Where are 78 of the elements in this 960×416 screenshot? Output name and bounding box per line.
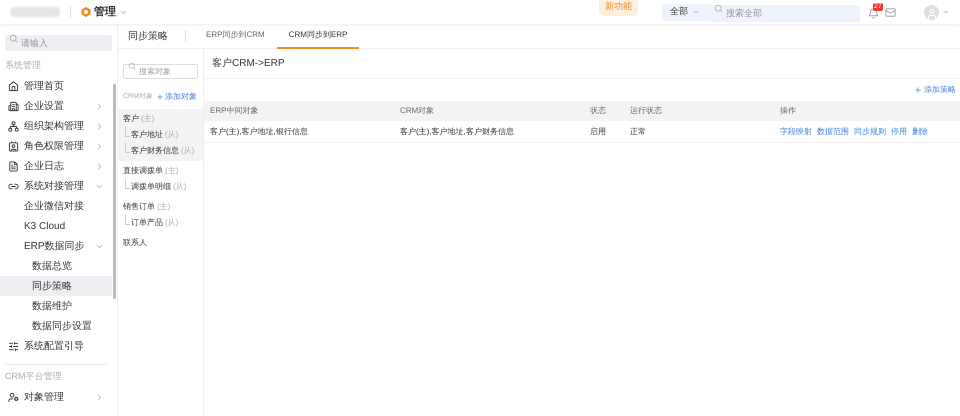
inbox-icon[interactable]	[885, 6, 896, 18]
sidebar-item[interactable]: 系统对接管理	[0, 176, 112, 196]
building-icon	[8, 100, 19, 112]
chevron-right-icon	[95, 122, 104, 130]
object-name: 客户 (主)	[122, 113, 156, 125]
hexagon-icon	[81, 7, 91, 17]
column-header: CRM对象	[399, 105, 436, 117]
sidebar-item[interactable]: 企业日志	[0, 156, 112, 176]
sidebar-item[interactable]: 数据总览	[0, 256, 112, 276]
chevron-right-icon	[95, 102, 104, 110]
child-object-name: 调拨单明细 (从)	[131, 181, 186, 193]
action-link[interactable]: 字段映射	[780, 126, 812, 138]
table-cell-text: 启用	[589, 126, 607, 138]
sidebar-item[interactable]: 数据同步设置	[0, 316, 112, 336]
column-header: ERP中间对象	[209, 105, 260, 117]
caret-icon[interactable]	[942, 8, 950, 16]
avatar[interactable]	[924, 4, 939, 20]
sidebar-item[interactable]: 角色权限管理	[0, 136, 112, 156]
plus-icon	[914, 86, 922, 94]
sliders-icon	[8, 340, 19, 352]
logo-placeholder	[10, 7, 60, 17]
sidebar-item[interactable]: 企业微信对接	[0, 196, 112, 216]
sidebar-item[interactable]: 数据维护	[0, 296, 112, 316]
plus-icon	[156, 93, 164, 101]
child-object-name: 订单产品 (从)	[131, 217, 178, 229]
action-link[interactable]: 同步规则	[854, 126, 886, 138]
bell-icon	[868, 8, 879, 19]
page-title: 同步策略	[127, 30, 169, 44]
scrollbar[interactable]	[113, 84, 116, 299]
table-cell-text: 客户(主),客户地址,客户财务信息	[399, 126, 515, 138]
search-scope-dropdown[interactable]: 全部	[662, 4, 710, 20]
search-icon	[128, 62, 136, 70]
sidebar-item[interactable]: ERP数据同步	[0, 236, 112, 256]
sidebar-search-field[interactable]: 请输入	[5, 35, 112, 51]
object-search-field[interactable]: 搜索对象	[123, 64, 198, 79]
sidebar-item[interactable]: 系统配置引导	[0, 336, 112, 356]
tab[interactable]: ERP同步到CRM	[194, 24, 277, 48]
global-search-field[interactable]: 搜索全部	[710, 4, 860, 22]
sidebar-item[interactable]: 企业设置	[0, 96, 112, 116]
module-switcher[interactable]: 管理	[81, 4, 128, 20]
add-object-link[interactable]: 添加对象	[156, 91, 197, 103]
sidebar-item[interactable]: K3 Cloud	[0, 216, 112, 236]
chevron-right-icon	[95, 142, 104, 150]
table-cell-text: 客户(主),客户地址,银行信息	[209, 126, 309, 138]
home-icon	[8, 80, 19, 92]
chevron-right-icon	[95, 392, 104, 402]
object-group[interactable]: 直接调拨单 (主) 调拨单明细 (从)	[118, 161, 203, 197]
object-group[interactable]: 联系人	[118, 233, 203, 253]
object-name: 联系人	[122, 237, 148, 249]
object-name: 销售订单 (主)	[122, 201, 172, 213]
org-chart-icon	[8, 120, 19, 132]
table-cell-text: 正常	[629, 126, 647, 138]
sidebar-item[interactable]: 同步策略	[0, 276, 112, 296]
action-link[interactable]: 停用	[891, 126, 907, 138]
user-gear-icon	[8, 392, 19, 402]
chevron-right-icon	[95, 162, 104, 170]
sidebar-item[interactable]: 组织架构管理	[0, 116, 112, 136]
object-group[interactable]: 销售订单 (主) 订单产品 (从)	[118, 197, 203, 233]
tab[interactable]: CRM同步到ERP	[276, 24, 360, 48]
strategy-title: 客户CRM->ERP	[212, 56, 286, 71]
action-link[interactable]: 数据范围	[817, 126, 849, 138]
object-group[interactable]: 客户 (主) 客户地址 (从) 客户财务信息 (从)	[118, 109, 203, 161]
sidebar-item[interactable]: 对象管理	[0, 387, 112, 407]
section-title: CRM平台管理	[5, 370, 62, 384]
column-header: 运行状态	[629, 105, 663, 117]
caret-icon	[692, 8, 700, 16]
child-object-name: 客户地址 (从)	[131, 129, 178, 141]
document-icon	[8, 160, 19, 172]
section-title: 系统管理	[4, 59, 42, 72]
contact-card-icon	[8, 140, 19, 152]
sidebar-item[interactable]: 管理首页	[0, 76, 112, 96]
child-object-name: 客户财务信息 (从)	[131, 145, 194, 157]
action-link[interactable]: 删除	[912, 126, 928, 138]
add-strategy-link[interactable]: 添加策略	[914, 84, 956, 96]
user-icon	[926, 8, 938, 20]
object-name: 直接调拨单 (主)	[122, 165, 180, 177]
column-header: 操作	[779, 105, 797, 117]
column-header: 状态	[589, 105, 607, 117]
